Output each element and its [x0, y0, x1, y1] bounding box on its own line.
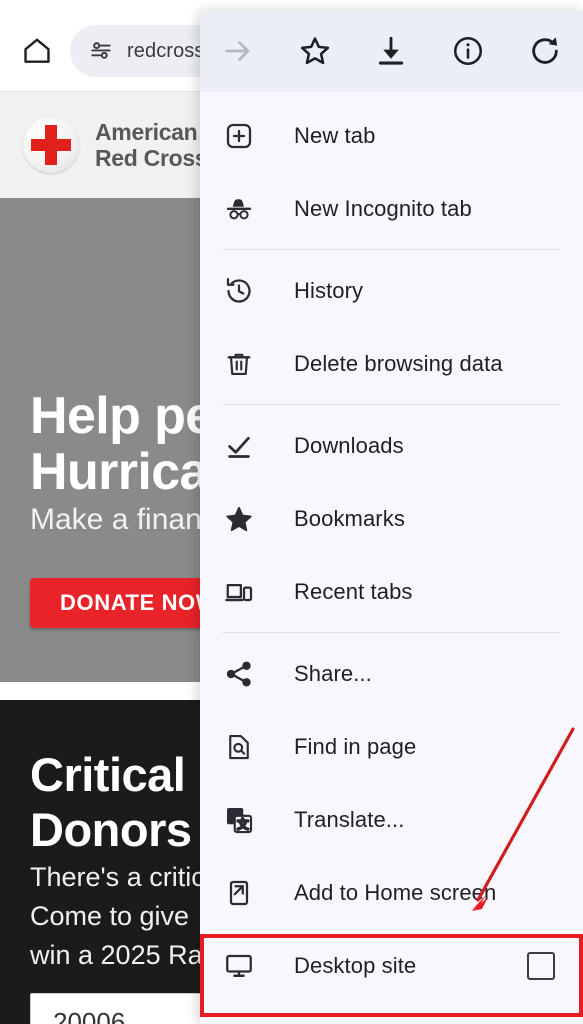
chrome-app-menu: New tab New Incognito tab History Delete… [200, 10, 583, 1024]
find-in-page-icon [222, 730, 256, 764]
menu-item-share[interactable]: Share... [200, 637, 583, 710]
address-bar-text[interactable]: redcross [127, 40, 205, 63]
new-tab-icon [222, 119, 256, 153]
menu-item-delete-browsing-data[interactable]: Delete browsing data [200, 327, 583, 400]
menu-item-label: Share... [294, 660, 372, 686]
home-icon[interactable] [20, 34, 54, 68]
menu-item-find-in-page[interactable]: Find in page [200, 710, 583, 783]
download-icon[interactable] [353, 10, 430, 92]
menu-item-desktop-site[interactable]: Desktop site [200, 929, 583, 1002]
menu-item-label: Find in page [294, 733, 417, 759]
critical-need-body-line-2: Come to give [30, 901, 190, 932]
add-to-home-icon [222, 876, 256, 910]
page-info-icon[interactable] [430, 10, 507, 92]
trash-icon [222, 347, 256, 381]
menu-item-recent-tabs[interactable]: Recent tabs [200, 555, 583, 628]
menu-item-label: History [294, 277, 364, 303]
red-cross-logo-icon [23, 117, 79, 173]
menu-icon-bar [200, 10, 583, 92]
hero-subtitle: Make a financ [30, 503, 217, 536]
recent-tabs-icon [222, 575, 256, 609]
logo-line-1: American [95, 118, 198, 145]
menu-item-label: Bookmarks [294, 505, 405, 531]
menu-item-label: Translate... [294, 806, 405, 832]
menu-item-history[interactable]: History [200, 254, 583, 327]
desktop-site-icon [222, 949, 256, 983]
history-icon [222, 274, 256, 308]
menu-item-label: New Incognito tab [294, 195, 472, 221]
forward-arrow-icon[interactable] [200, 10, 277, 92]
incognito-icon [222, 192, 256, 226]
site-logo-text: American Red Cross [95, 118, 208, 172]
logo-line-2: Red Cross [95, 145, 208, 171]
critical-need-title-line-2: Donors [30, 802, 192, 856]
menu-item-bookmarks[interactable]: Bookmarks [200, 482, 583, 555]
page-settings-tune-icon[interactable] [88, 38, 114, 64]
translate-icon: G 文 [222, 803, 256, 837]
reload-icon[interactable] [506, 10, 583, 92]
menu-item-label: Downloads [294, 432, 404, 458]
desktop-site-checkbox[interactable] [527, 951, 555, 980]
menu-item-label: Delete browsing data [294, 350, 503, 376]
menu-item-label: Add to Home screen [294, 879, 497, 905]
menu-item-add-to-home-screen[interactable]: Add to Home screen [200, 856, 583, 929]
menu-item-label: Desktop site [294, 952, 417, 978]
menu-item-translate[interactable]: G 文 Translate... [200, 783, 583, 856]
menu-item-label: Recent tabs [294, 578, 413, 604]
share-icon [222, 657, 256, 691]
star-filled-icon [222, 502, 256, 536]
critical-need-body-line-3: win a 2025 Ra [30, 940, 203, 971]
menu-item-list: New tab New Incognito tab History Delete… [200, 92, 583, 1002]
bookmark-star-icon[interactable] [277, 10, 354, 92]
menu-divider [222, 404, 561, 405]
menu-item-label: New tab [294, 122, 376, 148]
menu-item-downloads[interactable]: Downloads [200, 409, 583, 482]
critical-need-body: There's a critic Come to give win a 2025… [30, 858, 205, 975]
critical-need-title: Critical Donors [30, 748, 192, 857]
menu-item-new-tab[interactable]: New tab [200, 99, 583, 172]
browser-screen: redcross American Red Cross Help peo Hur… [0, 0, 583, 1024]
critical-need-title-line-1: Critical [30, 748, 186, 801]
svg-text:文: 文 [237, 817, 249, 831]
menu-item-new-incognito-tab[interactable]: New Incognito tab [200, 172, 583, 245]
critical-need-body-line-1: There's a critic [30, 862, 205, 892]
menu-divider [222, 249, 561, 250]
menu-divider [222, 632, 561, 633]
downloads-icon [222, 429, 256, 463]
